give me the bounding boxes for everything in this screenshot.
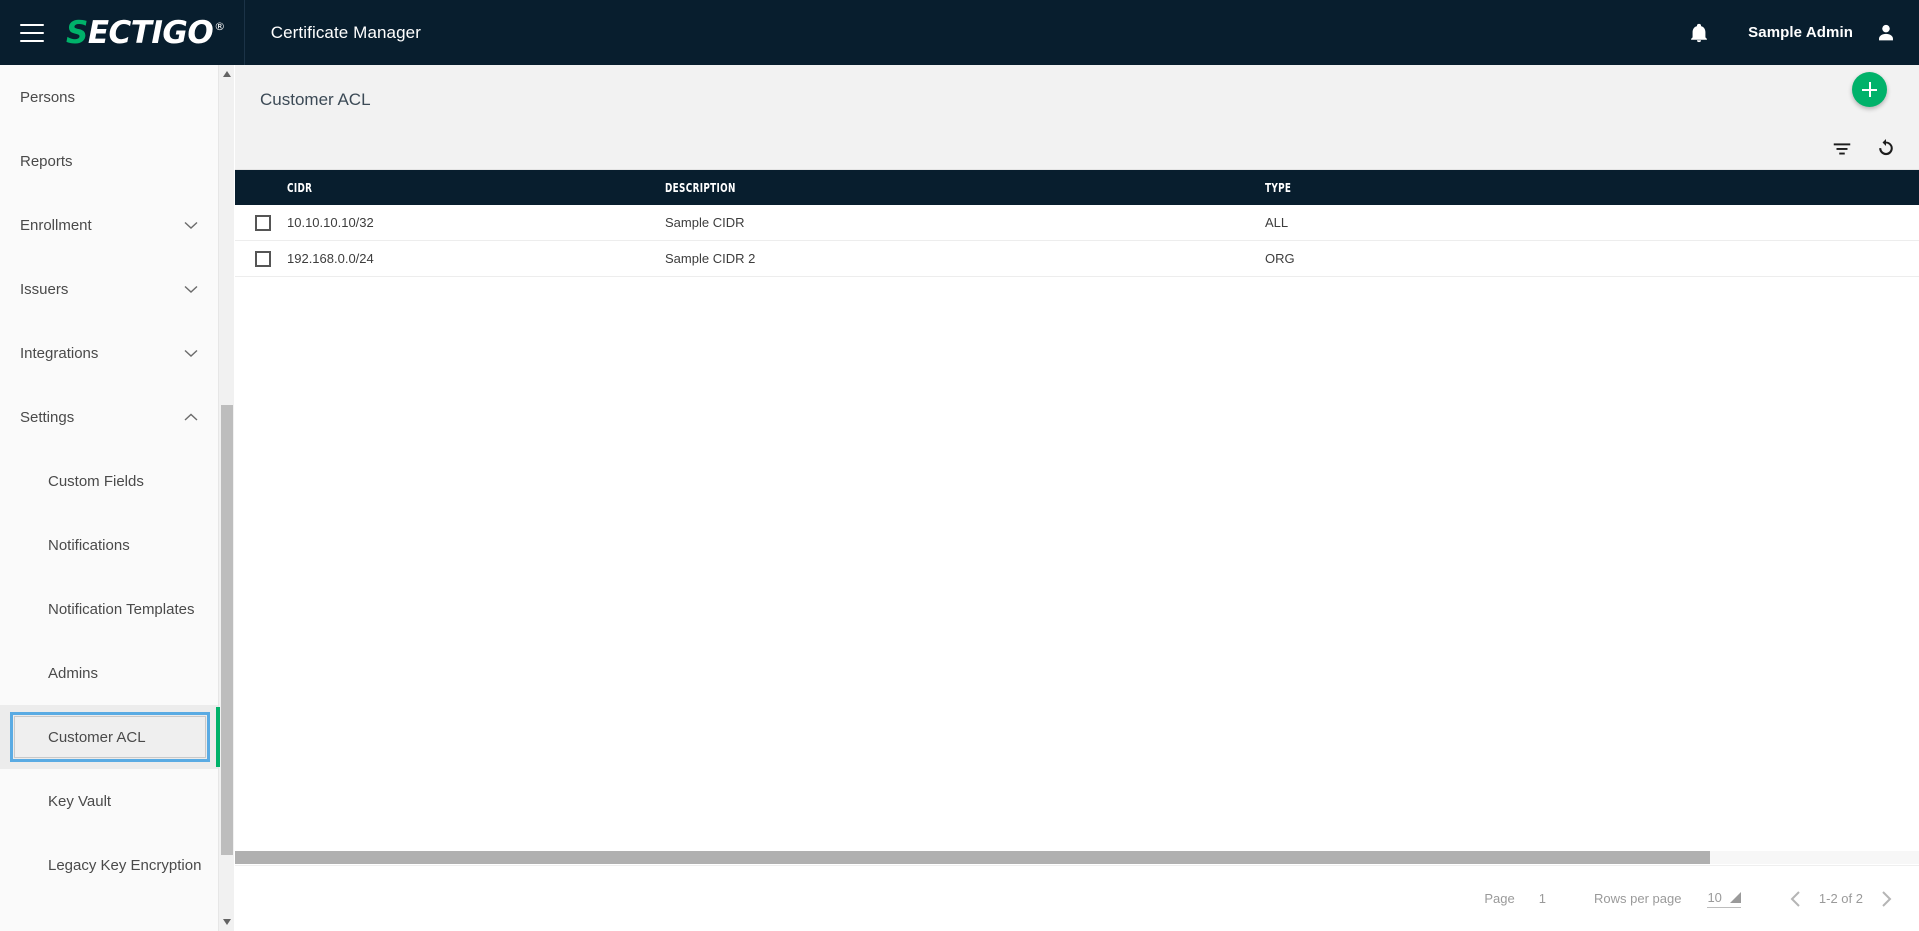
logo-registered-mark: ®: [214, 19, 225, 33]
sidebar-item-label: Admins: [48, 664, 99, 682]
table-row[interactable]: 192.168.0.0/24 Sample CIDR 2 ORG: [235, 241, 1919, 277]
rows-per-page-select[interactable]: 10: [1707, 889, 1741, 908]
filter-icon[interactable]: [1831, 137, 1853, 159]
column-header-cidr[interactable]: CIDR: [287, 181, 597, 195]
sidebar-item-label: Reports: [20, 152, 73, 170]
rows-per-page-label: Rows per page: [1593, 891, 1682, 906]
sidebar-item-legacy-key-encryption[interactable]: Legacy Key Encryption: [0, 833, 218, 897]
top-app-bar: S ECTIGO ® Certificate Manager Sample Admi…: [0, 0, 1919, 65]
column-header-type[interactable]: TYPE: [1265, 181, 1801, 195]
row-checkbox-cell: [235, 214, 287, 231]
sidebar-item-label: Enrollment: [20, 216, 92, 234]
chevron-up-icon[interactable]: [184, 413, 198, 422]
sidebar-item-key-vault[interactable]: Key Vault: [0, 769, 218, 833]
next-page-button[interactable]: [1875, 888, 1897, 910]
chevron-left-icon: [1790, 890, 1800, 907]
page-title: Customer ACL: [260, 90, 371, 109]
sidebar-navigation: Persons Reports Enrollment Issuers Integrati…: [0, 65, 218, 931]
sidebar-item-reports[interactable]: Reports: [0, 129, 218, 193]
dropdown-triangle-icon: [1729, 891, 1741, 903]
scroll-up-arrow-icon[interactable]: [222, 69, 232, 79]
sidebar-item-notification-templates[interactable]: Notification Templates: [0, 577, 218, 641]
sidebar-item-label: Issuers: [20, 280, 69, 298]
row-checkbox[interactable]: [255, 214, 271, 231]
table-row[interactable]: 10.10.10.10/32 Sample CIDR ALL: [235, 205, 1919, 241]
sidebar-item-issuers[interactable]: Issuers: [0, 257, 218, 321]
scroll-down-arrow-icon[interactable]: [222, 917, 232, 927]
cell-cidr: 192.168.0.0/24: [287, 251, 374, 266]
sidebar-scrollbar-thumb[interactable]: [221, 405, 233, 855]
page-label: Page: [1484, 891, 1515, 906]
sidebar-item-label: Persons: [20, 88, 76, 106]
sidebar-item-label: Settings: [20, 408, 75, 426]
sidebar-item-integrations[interactable]: Integrations: [0, 321, 218, 385]
chevron-right-icon: [1882, 890, 1892, 907]
sidebar-item-label: Notification Templates: [48, 600, 195, 618]
cell-description: Sample CIDR: [665, 215, 745, 230]
sidebar-scrollbar[interactable]: [218, 65, 234, 931]
sidebar-item-persons[interactable]: Persons: [0, 65, 218, 129]
logo-rest: ECTIGO: [87, 14, 214, 51]
hamburger-menu-icon[interactable]: [20, 23, 44, 42]
row-checkbox-cell: [235, 250, 287, 267]
user-name-label: Sample Admin: [1748, 24, 1853, 41]
pagination-range: 1-2 of 2: [1818, 891, 1863, 906]
add-acl-button[interactable]: [1852, 72, 1887, 107]
cell-description: Sample CIDR 2: [665, 251, 756, 266]
sidebar-item-customer-acl[interactable]: Customer ACL: [0, 705, 218, 769]
sidebar-item-label: Integrations: [20, 344, 99, 362]
logo-first-letter: S: [66, 14, 88, 51]
horizontal-scrollbar-thumb[interactable]: [235, 851, 1710, 864]
sidebar-item-label: Key Vault: [48, 792, 112, 810]
cell-type: ORG: [1265, 251, 1295, 266]
sectigo-logo: S ECTIGO ®: [66, 14, 225, 51]
chevron-down-icon[interactable]: [184, 349, 198, 358]
app-title: Certificate Manager: [270, 22, 421, 42]
pagination-footer: Page 1 Rows per page 10 1-2 of 2: [235, 865, 1919, 931]
page-number-input[interactable]: 1: [1539, 891, 1546, 906]
column-header-description[interactable]: DESCRIPTION: [665, 181, 1157, 195]
selected-item-accent-bar: [216, 707, 220, 767]
chevron-down-icon[interactable]: [184, 221, 198, 230]
main-content: Customer ACL CIDR DESCRIPTION TYPE 10.10…: [235, 65, 1919, 931]
previous-page-button[interactable]: [1785, 888, 1807, 910]
sidebar-item-label: Customer ACL: [48, 728, 146, 746]
cell-cidr: 10.10.10.10/32: [287, 215, 374, 230]
user-avatar-icon[interactable]: [1875, 21, 1897, 45]
cell-type: ALL: [1265, 215, 1289, 230]
page-header: Customer ACL: [235, 65, 1919, 170]
sidebar-item-label: Notifications: [48, 536, 130, 554]
sidebar-item-enrollment[interactable]: Enrollment: [0, 193, 218, 257]
sidebar-item-notifications[interactable]: Notifications: [0, 513, 218, 577]
sidebar-item-admins[interactable]: Admins: [0, 641, 218, 705]
rows-per-page-value: 10: [1707, 889, 1722, 905]
chevron-down-icon[interactable]: [184, 285, 198, 294]
table-toolbar: [1831, 137, 1897, 159]
table-header-row: CIDR DESCRIPTION TYPE: [235, 170, 1919, 205]
row-checkbox[interactable]: [255, 250, 271, 267]
sidebar-item-label: Custom Fields: [48, 472, 144, 490]
notification-bell-icon[interactable]: [1688, 21, 1710, 45]
table-body: 10.10.10.10/32 Sample CIDR ALL 192.168.0.0/…: [235, 205, 1919, 277]
sidebar-item-settings[interactable]: Settings: [0, 385, 218, 449]
refresh-icon[interactable]: [1875, 137, 1897, 159]
sidebar-item-custom-fields[interactable]: Custom Fields: [0, 449, 218, 513]
header-right-group: Sample Admin: [1688, 0, 1919, 65]
sidebar-item-label: Legacy Key Encryption: [48, 856, 202, 874]
header-divider: [243, 0, 245, 65]
